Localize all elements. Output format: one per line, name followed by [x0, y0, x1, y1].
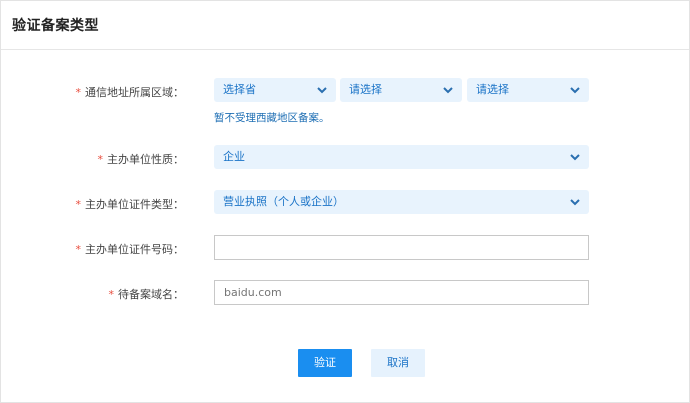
verify-button[interactable]: 验证	[298, 349, 352, 377]
region-note: 暂不受理西藏地区备案。	[214, 112, 330, 124]
domain-label: 待备案域名：	[118, 288, 184, 301]
required-mark: *	[75, 243, 82, 256]
unit-nature-label: 主办单位性质：	[107, 153, 184, 166]
region-label-row: * 通信地址所属区域：	[76, 84, 185, 100]
cancel-button[interactable]: 取消	[371, 349, 425, 377]
cert-type-label: 主办单位证件类型：	[85, 198, 184, 211]
dialog-header: 验证备案类型	[1, 1, 689, 50]
cert-number-label: 主办单位证件号码：	[85, 243, 184, 256]
page-title: 验证备案类型	[12, 18, 99, 34]
cert-type-value: 营业执照（个人或企业）	[223, 195, 344, 208]
unit-nature-label-row: * 主办单位性质：	[98, 151, 185, 167]
cert-type-select[interactable]: 营业执照（个人或企业）	[214, 190, 589, 214]
chevron-down-icon	[570, 199, 580, 206]
chevron-down-icon	[443, 87, 453, 94]
dialog-frame: 验证备案类型 * 通信地址所属区域： 选择省 请选择 请选择 暂不受理西藏地区备案…	[0, 0, 690, 403]
chevron-down-icon	[317, 87, 327, 94]
required-mark: *	[75, 86, 82, 99]
district-select[interactable]: 请选择	[467, 78, 589, 102]
city-select-value: 请选择	[349, 83, 382, 96]
chevron-down-icon	[570, 87, 580, 94]
required-mark: *	[97, 153, 104, 166]
district-select-value: 请选择	[476, 83, 509, 96]
province-select[interactable]: 选择省	[214, 78, 336, 102]
city-select[interactable]: 请选择	[340, 78, 462, 102]
cert-number-label-row: * 主办单位证件号码：	[76, 241, 185, 257]
unit-nature-select[interactable]: 企业	[214, 145, 589, 169]
region-label: 通信地址所属区域：	[85, 86, 184, 99]
domain-input[interactable]	[214, 280, 589, 305]
cert-number-input[interactable]	[214, 235, 589, 260]
required-mark: *	[75, 198, 82, 211]
required-mark: *	[108, 288, 115, 301]
domain-label-row: * 待备案域名：	[109, 286, 185, 302]
cert-type-label-row: * 主办单位证件类型：	[76, 196, 185, 212]
chevron-down-icon	[570, 154, 580, 161]
province-select-value: 选择省	[223, 83, 256, 96]
unit-nature-value: 企业	[223, 150, 245, 163]
